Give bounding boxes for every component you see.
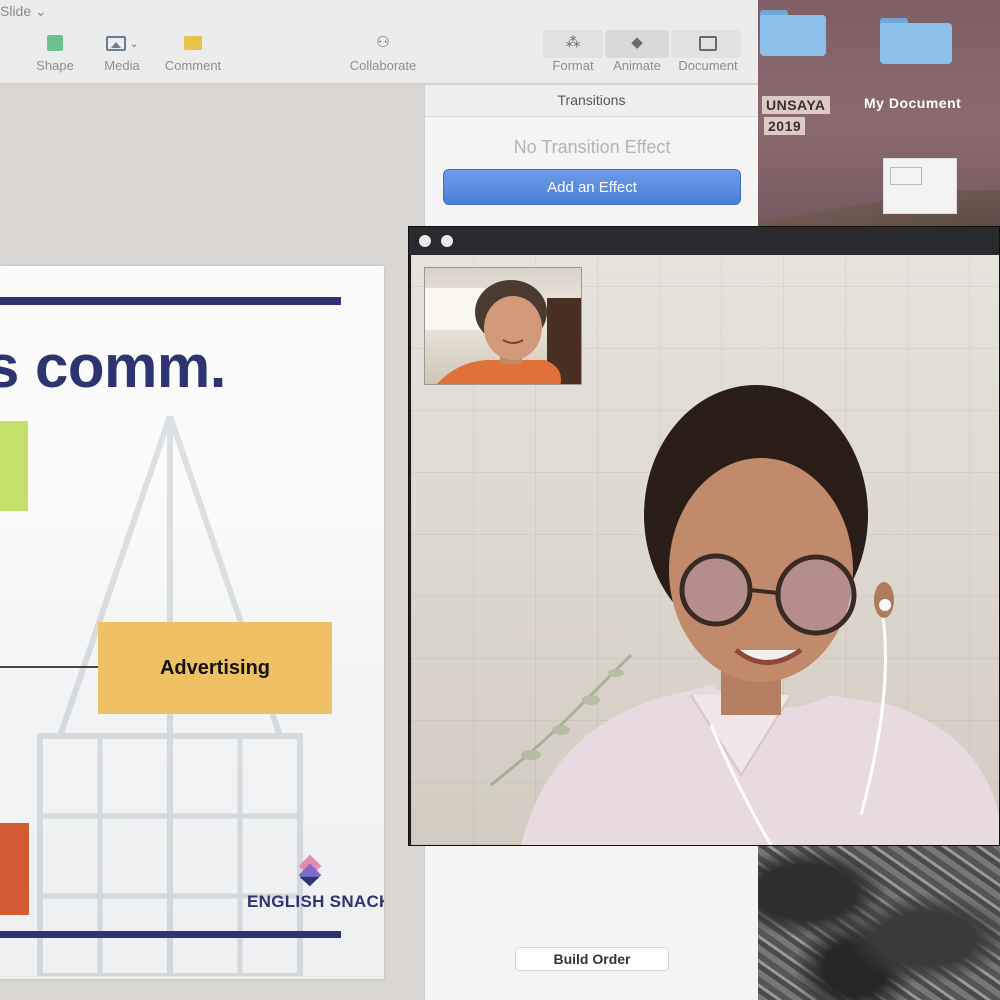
shape-icon: [47, 35, 63, 52]
close-window-button[interactable]: [419, 235, 431, 247]
inspector-header: Transitions: [425, 85, 758, 117]
desktop-wallpaper-rocks: [758, 846, 1000, 1000]
keynote-toolbar: Slide ⌄ Shape ⌄ Media Comment ⚇ Collabor…: [0, 0, 758, 84]
video-call-window[interactable]: [408, 226, 1000, 846]
desktop-folder-unsaya-label-year: 2019: [764, 116, 806, 136]
slide[interactable]: s comm. Advertising ENGLISH SNACK: [0, 266, 384, 979]
slide-title[interactable]: s comm.: [0, 332, 226, 401]
document-icon: [699, 35, 717, 51]
local-participant: [436, 280, 561, 384]
collaborate-icon: ⚇: [376, 34, 390, 51]
connector-line[interactable]: [0, 666, 98, 668]
desktop-folder-unsaya-label: UNSAYA: [762, 95, 830, 115]
green-shape[interactable]: [0, 421, 28, 511]
add-effect-button[interactable]: Add an Effect: [443, 169, 741, 205]
slide-rule-bottom: [0, 931, 341, 938]
desktop-wallpaper-ridge: [758, 190, 1000, 228]
animate-button[interactable]: ◆ Animate: [597, 32, 677, 73]
desktop-folder-my-document[interactable]: [880, 18, 952, 64]
slide-canvas[interactable]: s comm. Advertising ENGLISH SNACK: [0, 85, 424, 1000]
slide-menu[interactable]: Slide ⌄: [0, 3, 47, 20]
minimize-window-button[interactable]: [441, 235, 453, 247]
video-titlebar[interactable]: [409, 227, 999, 255]
english-snack-logo: ENGLISH SNACK: [247, 854, 384, 912]
media-button[interactable]: ⌄ Media: [82, 32, 162, 73]
comment-icon: [184, 36, 202, 51]
red-shape[interactable]: [0, 823, 29, 915]
advertising-box[interactable]: Advertising: [98, 622, 332, 714]
slide-rule-top: [0, 297, 341, 305]
document-button[interactable]: Document: [668, 32, 748, 73]
folder-icon: [760, 10, 826, 56]
collaborate-button[interactable]: ⚇ Collaborate: [343, 32, 423, 73]
desktop-folder-unsaya[interactable]: [760, 10, 826, 56]
desktop-document-thumbnail[interactable]: [883, 158, 957, 214]
stacked-diamond-icon: [295, 854, 325, 887]
media-icon: [105, 35, 126, 51]
advertising-label: Advertising: [159, 656, 271, 679]
self-view-video[interactable]: [424, 267, 582, 385]
desktop-folder-my-document-label: My Document: [864, 95, 962, 111]
folder-icon: [880, 18, 952, 64]
no-transition-text: No Transition Effect: [513, 137, 671, 157]
build-order-button[interactable]: Build Order: [515, 947, 669, 971]
remote-video-feed: [411, 255, 999, 845]
brand-name: ENGLISH SNACK: [247, 892, 384, 911]
chevron-down-icon: ⌄: [129, 39, 139, 50]
comment-button[interactable]: Comment: [153, 32, 233, 73]
diamond-icon: ◆: [631, 34, 643, 51]
